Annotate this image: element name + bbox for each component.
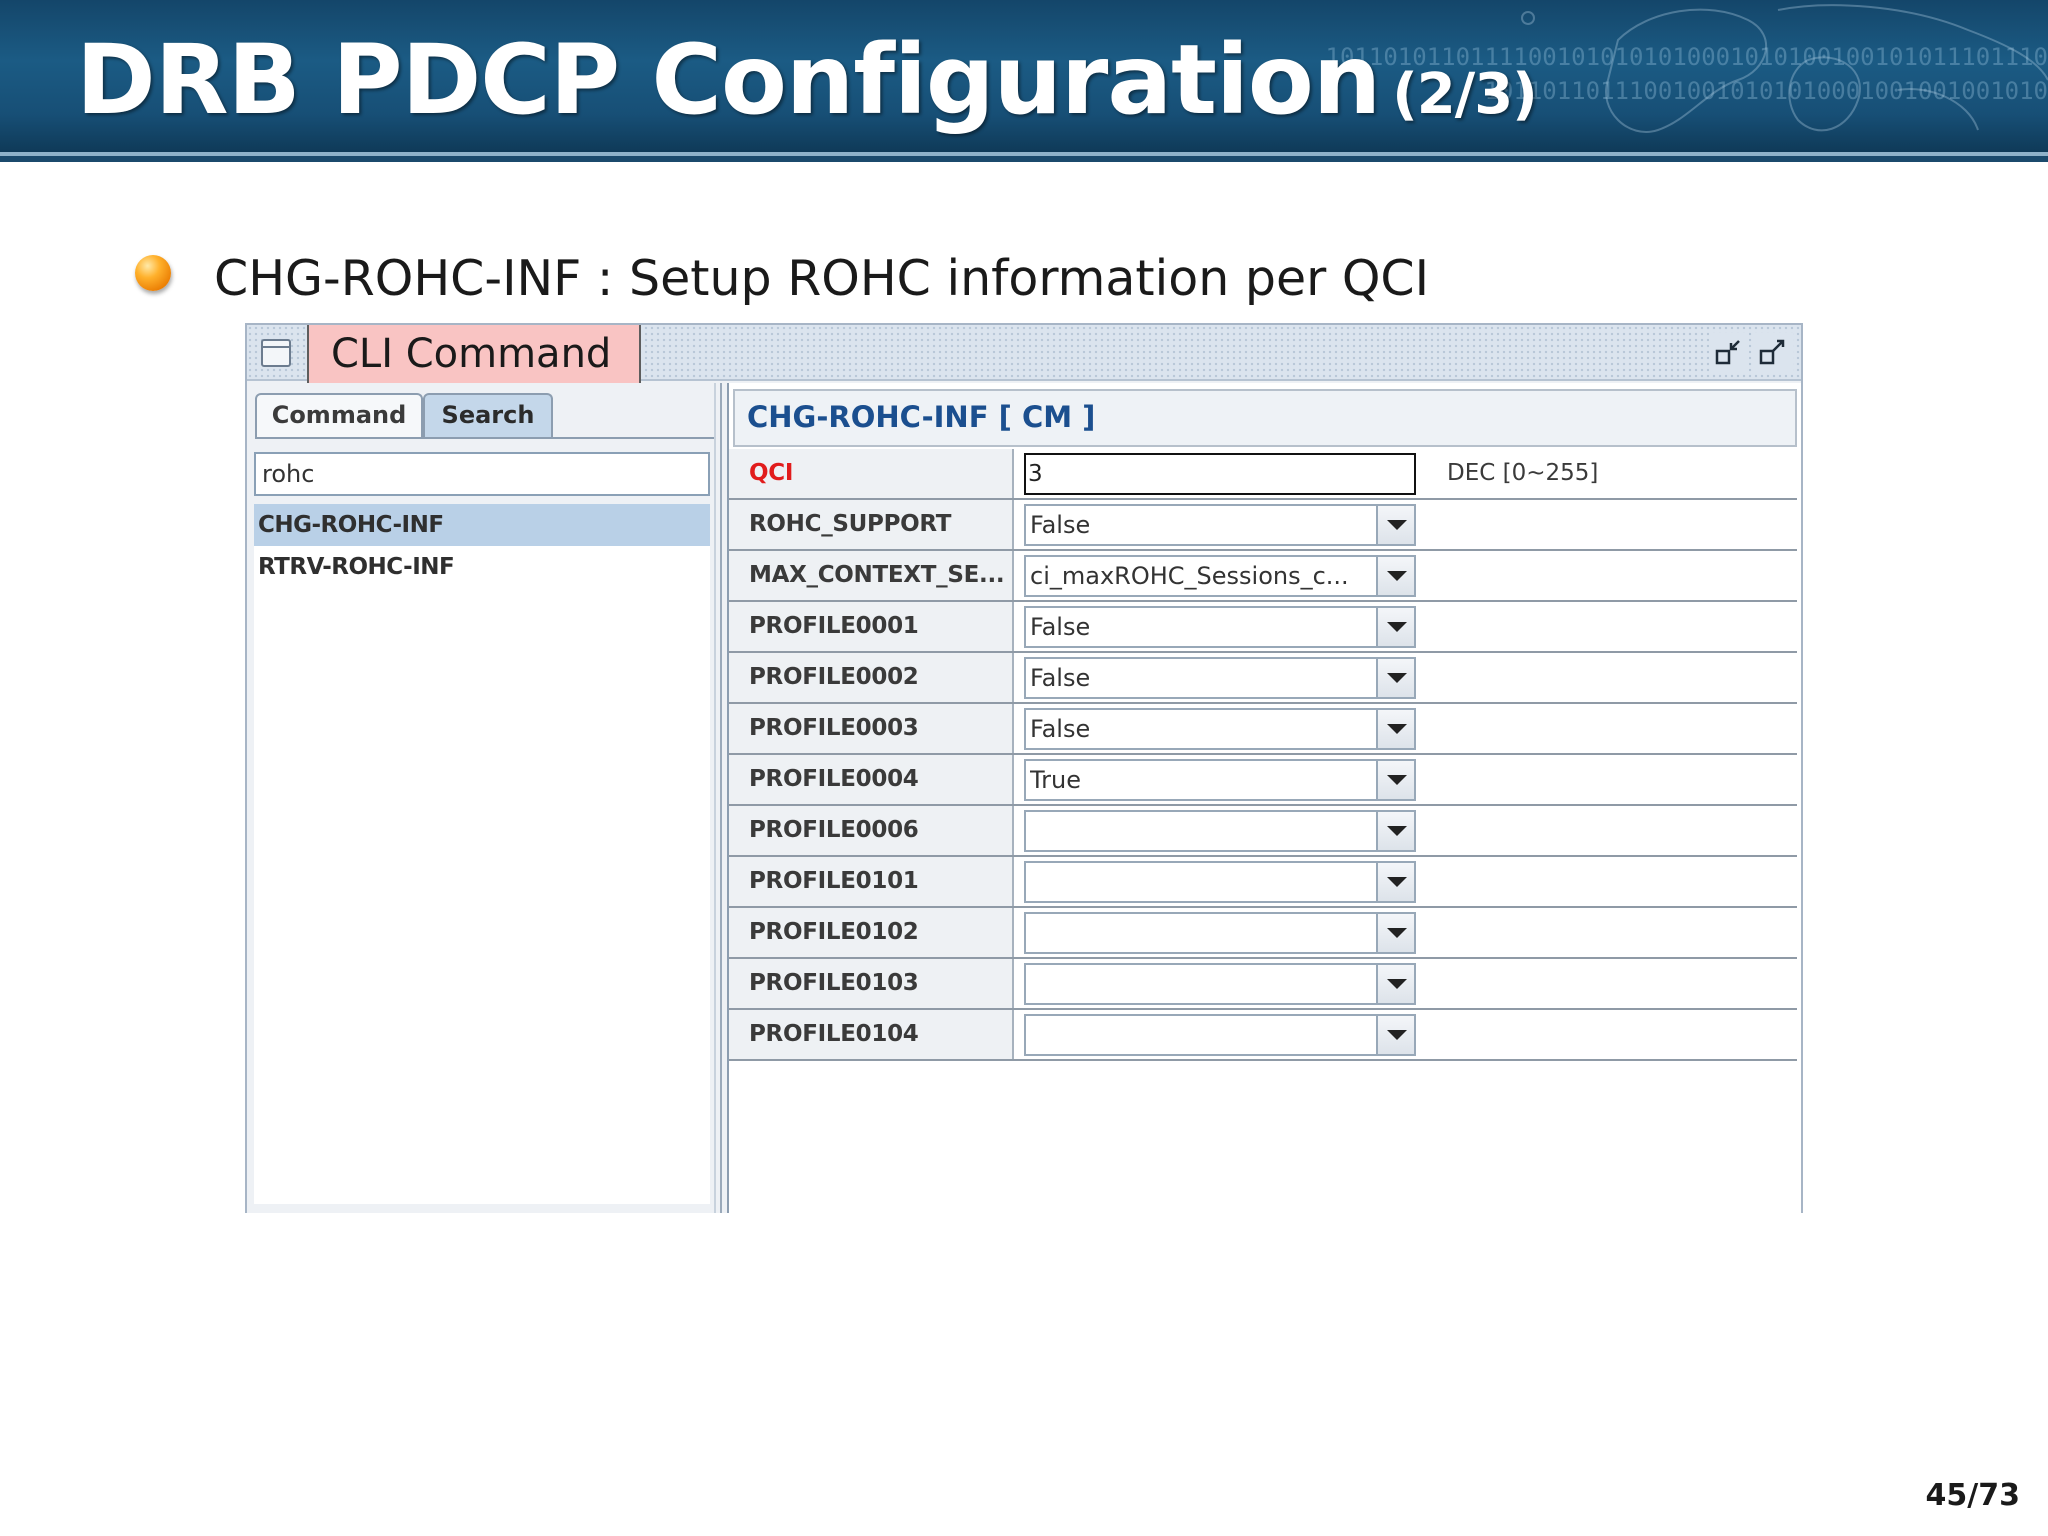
chevron-down-icon[interactable] <box>1376 965 1414 1003</box>
tab-divider <box>255 437 715 439</box>
cli-command-callout: CLI Command <box>307 325 641 386</box>
qci-input[interactable]: 3 <box>1024 453 1416 495</box>
result-item-rtrv-rohc-inf[interactable]: RTRV-ROHC-INF <box>254 546 710 588</box>
dropdown-value <box>1030 863 1376 901</box>
param-label: PROFILE0001 <box>729 602 1014 651</box>
param-label: PROFILE0101 <box>729 857 1014 906</box>
param-label: PROFILE0104 <box>729 1010 1014 1059</box>
chevron-down-icon[interactable] <box>1376 659 1414 697</box>
header-divider <box>0 156 2048 162</box>
tab-bar: Command Search <box>255 393 715 437</box>
dropdown-value: False <box>1030 511 1091 539</box>
window-icon <box>261 339 291 367</box>
dropdown-value <box>1030 812 1376 850</box>
tab-command[interactable]: Command <box>255 393 423 437</box>
maximize-icon <box>1759 339 1785 365</box>
dropdown-value: False <box>1030 715 1091 743</box>
chevron-down-icon[interactable] <box>1376 506 1414 544</box>
rohc-support-dropdown[interactable]: False <box>1024 504 1416 546</box>
search-result-list: CHG-ROHC-INF RTRV-ROHC-INF <box>254 504 710 1204</box>
window-titlebar[interactable]: CLI Command <box>247 325 1801 386</box>
chevron-down-icon[interactable] <box>1376 863 1414 901</box>
chevron-down-icon[interactable] <box>1376 1016 1414 1054</box>
title-suffix: (2/3) <box>1392 62 1538 127</box>
param-label: ROHC_SUPPORT <box>729 500 1014 549</box>
world-map-decoration <box>1521 4 2048 133</box>
command-form-pane: CHG-ROHC-INF [ CM ] QCI 3 DEC [0~255] RO… <box>727 383 1801 1213</box>
chevron-down-icon[interactable] <box>1376 557 1414 595</box>
dropdown-value: True <box>1030 766 1081 794</box>
profile0006-dropdown[interactable] <box>1024 810 1416 852</box>
param-row-profile0104: PROFILE0104 <box>729 1010 1797 1061</box>
dropdown-value: False <box>1030 664 1091 692</box>
restore-icon <box>1715 340 1740 365</box>
param-row-profile0002: PROFILE0002 False <box>729 653 1797 704</box>
param-label: PROFILE0102 <box>729 908 1014 957</box>
chevron-down-icon[interactable] <box>1376 608 1414 646</box>
param-row-profile0006: PROFILE0006 <box>729 806 1797 857</box>
param-row-rohc-support: ROHC_SUPPORT False <box>729 500 1797 551</box>
form-title: CHG-ROHC-INF [ CM ] <box>747 400 1096 434</box>
callout-label: CLI Command <box>331 331 612 377</box>
profile0001-dropdown[interactable]: False <box>1024 606 1416 648</box>
title-text: DRB PDCP Configuration <box>76 24 1381 136</box>
maximize-button[interactable] <box>1753 333 1793 373</box>
param-row-profile0001: PROFILE0001 False <box>729 602 1797 653</box>
search-input[interactable]: rohc <box>254 452 710 496</box>
slide-title: DRB PDCP Configuration (2/3) <box>76 24 1538 136</box>
max-context-sessions-dropdown[interactable]: ci_maxROHC_Sessions_c... <box>1024 555 1416 597</box>
slide-header: 1011010110111100101010101000101010010010… <box>0 0 2048 152</box>
param-row-qci: QCI 3 DEC [0~255] <box>729 449 1797 500</box>
chevron-down-icon[interactable] <box>1376 710 1414 748</box>
profile0002-dropdown[interactable]: False <box>1024 657 1416 699</box>
tab-search[interactable]: Search <box>423 393 553 437</box>
chevron-down-icon[interactable] <box>1376 761 1414 799</box>
param-row-profile0102: PROFILE0102 <box>729 908 1797 959</box>
param-label: PROFILE0003 <box>729 704 1014 753</box>
param-label: PROFILE0103 <box>729 959 1014 1008</box>
result-item-chg-rohc-inf[interactable]: CHG-ROHC-INF <box>254 504 710 546</box>
command-browser-pane: Command Search rohc CHG-ROHC-INF RTRV-RO… <box>247 383 722 1213</box>
bullet-icon <box>135 255 171 291</box>
restore-button[interactable] <box>1709 333 1749 373</box>
param-label: PROFILE0004 <box>729 755 1014 804</box>
chevron-down-icon[interactable] <box>1376 812 1414 850</box>
param-row-profile0103: PROFILE0103 <box>729 959 1797 1010</box>
param-row-max-context-sessions: MAX_CONTEXT_SE... ci_maxROHC_Sessions_c.… <box>729 551 1797 602</box>
profile0004-dropdown[interactable]: True <box>1024 759 1416 801</box>
param-row-profile0101: PROFILE0101 <box>729 857 1797 908</box>
cli-window: CLI Command Command Search rohc CHG-ROHC… <box>245 323 1803 1213</box>
param-label: PROFILE0006 <box>729 806 1014 855</box>
dropdown-value <box>1030 965 1376 1003</box>
page-number: 45/73 <box>1925 1478 2020 1513</box>
chevron-down-icon[interactable] <box>1376 914 1414 952</box>
param-row-profile0003: PROFILE0003 False <box>729 704 1797 755</box>
profile0103-dropdown[interactable] <box>1024 963 1416 1005</box>
param-range-hint: DEC [0~255] <box>1447 460 1599 486</box>
profile0101-dropdown[interactable] <box>1024 861 1416 903</box>
form-header: CHG-ROHC-INF [ CM ] <box>733 389 1797 447</box>
dropdown-value: False <box>1030 613 1091 641</box>
profile0104-dropdown[interactable] <box>1024 1014 1416 1056</box>
dropdown-value <box>1030 1016 1376 1054</box>
bullet-text: CHG-ROHC-INF : Setup ROHC information pe… <box>214 250 1430 307</box>
param-label: MAX_CONTEXT_SE... <box>729 551 1014 600</box>
param-row-profile0004: PROFILE0004 True <box>729 755 1797 806</box>
dropdown-value: ci_maxROHC_Sessions_c... <box>1030 562 1349 590</box>
dropdown-value <box>1030 914 1376 952</box>
profile0102-dropdown[interactable] <box>1024 912 1416 954</box>
param-label: QCI <box>729 449 1014 498</box>
profile0003-dropdown[interactable]: False <box>1024 708 1416 750</box>
param-label: PROFILE0002 <box>729 653 1014 702</box>
